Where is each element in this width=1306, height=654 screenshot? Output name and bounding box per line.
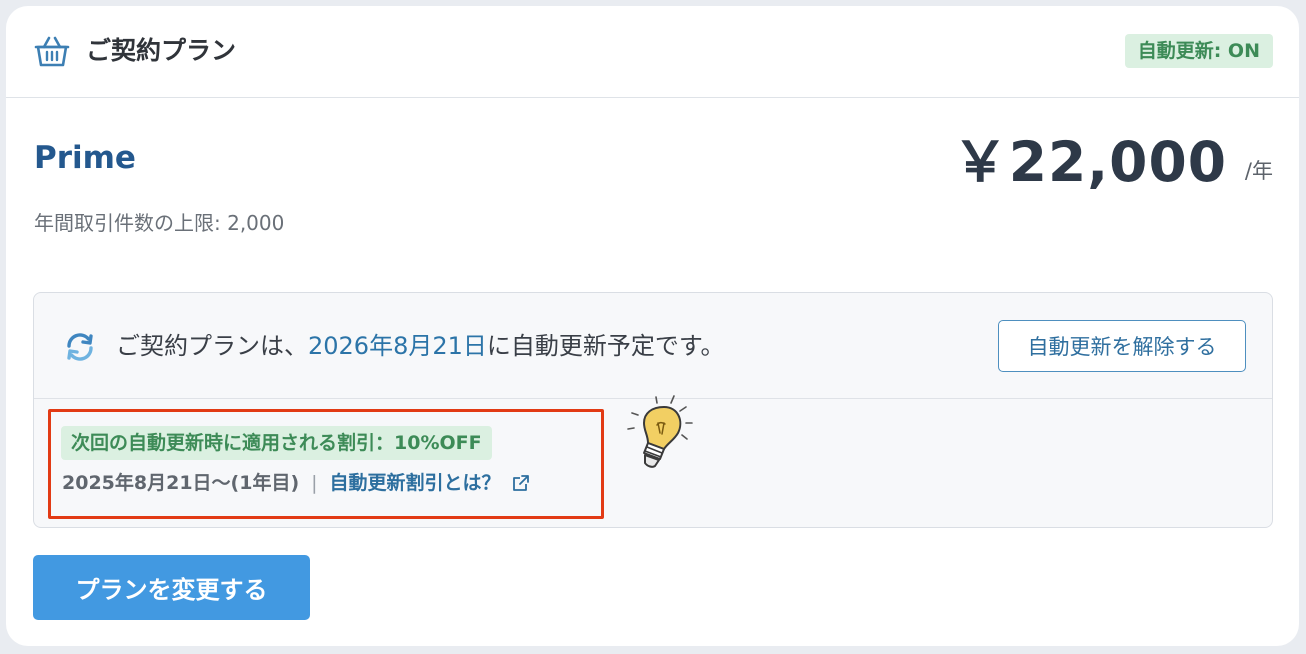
renewal-info-row: ご契約プランは、2026年8月21日に自動更新予定です。 自動更新を解除する	[34, 293, 1272, 399]
renewal-panel: ご契約プランは、2026年8月21日に自動更新予定です。 自動更新を解除する 次…	[33, 292, 1273, 528]
light-bulb-icon	[627, 395, 693, 468]
renewal-text-after: に自動更新予定です。	[486, 332, 725, 360]
change-plan-button[interactable]: プランを変更する	[33, 555, 310, 620]
plan-card: ご契約プラン 自動更新: ON Prime ￥22,000 /年 年間取引件数の…	[6, 6, 1299, 646]
page-title: ご契約プラン	[86, 36, 237, 65]
external-link-icon[interactable]	[511, 473, 531, 493]
discount-badge: 次回の自動更新時に適用される割引：10%OFF	[61, 426, 492, 460]
separator: |	[311, 472, 318, 494]
renewal-text-before: ご契約プランは、	[116, 332, 308, 360]
sync-icon	[67, 333, 93, 361]
price-unit: /年	[1244, 159, 1273, 183]
plan-name: Prime	[34, 140, 136, 176]
card-header: ご契約プラン 自動更新: ON	[6, 6, 1299, 98]
discount-details: 2025年8月21日〜(1年目) | 自動更新割引とは？	[62, 468, 531, 498]
transaction-limit: 年間取引件数の上限: 2,000	[34, 211, 285, 235]
renewal-date: 2026年8月21日	[308, 332, 487, 360]
discount-period: 2025年8月21日〜(1年目)	[62, 472, 300, 494]
basket-icon	[34, 36, 70, 67]
discount-highlight: 次回の自動更新時に適用される割引：10%OFF 2025年8月21日〜(1年目)…	[48, 409, 604, 519]
discount-info-link[interactable]: 自動更新割引とは？	[330, 468, 501, 498]
renewal-message: ご契約プランは、2026年8月21日に自動更新予定です。	[116, 329, 725, 363]
cancel-auto-renew-button[interactable]: 自動更新を解除する	[998, 320, 1246, 372]
auto-renew-status-badge: 自動更新: ON	[1124, 34, 1273, 68]
plan-price: ￥22,000	[952, 130, 1227, 194]
